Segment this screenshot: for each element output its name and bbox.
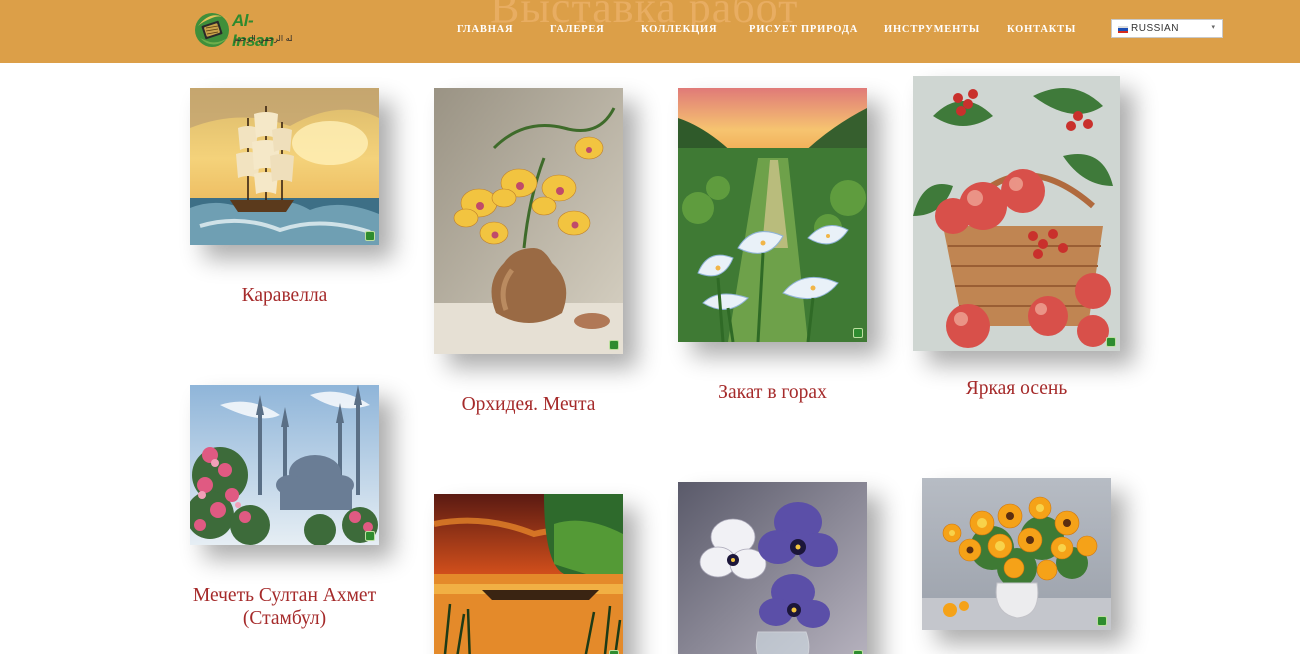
logo-text: Al-Insan: [232, 11, 274, 50]
mosque-painting-icon: [190, 385, 379, 545]
painting-image[interactable]: [434, 88, 623, 354]
sunset-lake-painting-icon: [434, 494, 623, 654]
painting-image[interactable]: [678, 482, 867, 654]
nav-item-contacts[interactable]: КОНТАКТЫ: [1007, 24, 1076, 35]
painting-title[interactable]: Каравелла: [190, 284, 379, 307]
nav-item-nature-paints[interactable]: РИСУЕТ ПРИРОДА: [749, 24, 858, 35]
watermark-icon: [1106, 337, 1116, 347]
caravel-painting-icon: [190, 88, 379, 245]
nav-item-home[interactable]: ГЛАВНАЯ: [457, 24, 513, 35]
painting-image[interactable]: [913, 76, 1120, 351]
nav-item-collection[interactable]: КОЛЛЕКЦИЯ: [641, 24, 717, 35]
calendula-bouquet-painting-icon: [922, 478, 1111, 630]
language-select[interactable]: RUSSIAN ▾: [1111, 19, 1223, 38]
watermark-icon: [853, 328, 863, 338]
orchid-painting-icon: [434, 88, 623, 354]
watermark-icon: [609, 650, 619, 654]
mountain-sunset-painting-icon: [678, 88, 867, 342]
painting-image[interactable]: [434, 494, 623, 654]
painting-image[interactable]: [190, 88, 379, 245]
watermark-icon: [1097, 616, 1107, 626]
painting-image[interactable]: [678, 88, 867, 342]
painting-title[interactable]: Закат в горах: [678, 381, 867, 404]
watermark-icon: [365, 531, 375, 541]
pansies-painting-icon: [678, 482, 867, 654]
painting-title[interactable]: Мечеть Султан Ахмет (Стамбул): [190, 584, 379, 630]
watermark-icon: [853, 650, 863, 654]
language-select-value: RUSSIAN: [1131, 23, 1179, 34]
painting-title[interactable]: Орхидея. Мечта: [434, 393, 623, 416]
painting-title[interactable]: Яркая осень: [913, 377, 1120, 400]
watermark-icon: [609, 340, 619, 350]
russia-flag-icon: [1118, 26, 1128, 33]
site-header: Выставка работ Al-Insan بسم الله الرحمن …: [0, 0, 1300, 63]
chevron-down-icon: ▾: [1211, 24, 1215, 31]
watermark-icon: [365, 231, 375, 241]
nav-item-tools[interactable]: ИНСТРУМЕНТЫ: [884, 24, 980, 35]
painting-image[interactable]: [190, 385, 379, 545]
autumn-basket-painting-icon: [913, 76, 1120, 351]
logo-subtitle: بسم الله الرحمن الرحيم: [234, 34, 292, 43]
painting-image[interactable]: [922, 478, 1111, 630]
nav-item-gallery[interactable]: ГАЛЕРЕЯ: [550, 24, 605, 35]
site-logo[interactable]: Al-Insan بسم الله الرحمن الرحيم: [192, 6, 294, 52]
